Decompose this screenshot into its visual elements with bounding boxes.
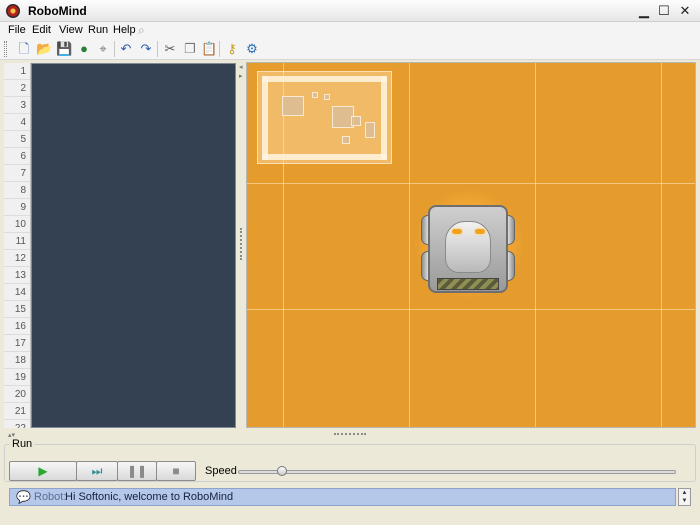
undo-icon[interactable]: ↶ (118, 41, 134, 57)
toolbar-separator (157, 41, 158, 57)
redo-icon[interactable]: ↷ (138, 41, 154, 57)
line-number: 13 (4, 267, 30, 284)
minimap-obstacle (324, 94, 330, 100)
minimap-wall (262, 76, 268, 160)
open-folder-icon[interactable]: 📂 (36, 41, 52, 57)
grid-line (247, 309, 695, 310)
menu-file[interactable]: File (8, 24, 26, 36)
menu-run[interactable]: Run (88, 24, 108, 36)
toolbar: 🗋 📂 💾 ● ⌖ ↶ ↷ ✂ ❐ 📋 ⚷ ⚙ (0, 38, 700, 60)
message-prefix: Robot: (34, 491, 67, 503)
line-number: 3 (4, 97, 30, 114)
menu-view[interactable]: View (59, 24, 83, 36)
save-icon[interactable]: 💾 (56, 41, 72, 57)
line-number: 10 (4, 216, 30, 233)
paste-icon[interactable]: 📋 (201, 41, 217, 57)
pause-button[interactable]: ❚❚ (117, 461, 157, 481)
line-number: 1 (4, 63, 30, 80)
line-number: 15 (4, 301, 30, 318)
line-number: 9 (4, 199, 30, 216)
line-number: 17 (4, 335, 30, 352)
stop-button[interactable]: ■ (156, 461, 196, 481)
search-icon[interactable]: ⌕ (138, 23, 145, 38)
speech-bubble-icon: 💬 (16, 490, 31, 504)
speed-slider[interactable] (238, 470, 676, 474)
copy-icon[interactable]: ❐ (182, 41, 198, 57)
step-icon: ⏭ (91, 464, 103, 478)
message-bar: 💬 Robot: Hi Softonic, welcome to RoboMin… (9, 488, 676, 506)
toolbar-separator (114, 41, 115, 57)
world-map[interactable] (246, 62, 696, 428)
line-number: 11 (4, 233, 30, 250)
line-number: 8 (4, 182, 30, 199)
horizontal-splitter-grip[interactable] (334, 433, 366, 435)
key-icon[interactable]: ⚷ (224, 41, 240, 57)
speed-slider-thumb[interactable] (276, 466, 287, 476)
pause-icon: ❚❚ (126, 464, 148, 478)
bottom-panel: ▴▾ Run ▶ ⏭ ❚❚ ■ Speed 💬 Robot: Hi Softon… (0, 430, 700, 525)
line-number: 22 (4, 420, 30, 428)
grid-line (535, 63, 536, 427)
minimap-obstacle (282, 96, 304, 116)
new-file-icon[interactable]: 🗋 (16, 41, 32, 57)
speed-label: Speed (205, 465, 237, 477)
minimap-obstacle (312, 92, 318, 98)
robot-eye (452, 229, 462, 234)
stop-icon: ■ (172, 464, 180, 478)
minimap-obstacle (342, 136, 350, 144)
line-number: 2 (4, 80, 30, 97)
collapse-right-icon[interactable]: ▸ (239, 72, 243, 80)
line-number: 21 (4, 403, 30, 420)
menu-edit[interactable]: Edit (32, 24, 51, 36)
line-number-gutter: 12345678910111213141516171819202122 (4, 63, 31, 428)
minimap-obstacle (351, 116, 361, 126)
grid-line (247, 183, 695, 184)
menu-help[interactable]: Help (113, 24, 136, 36)
minimap[interactable] (257, 71, 392, 164)
minimap-obstacle (365, 122, 375, 138)
minimap-wall (381, 76, 387, 160)
maximize-button[interactable]: ☐ (656, 3, 672, 19)
robomind-logo-icon (6, 4, 20, 18)
menu-bar: File Edit View Run Help ⌕ (0, 22, 700, 38)
line-number: 16 (4, 318, 30, 335)
robot-eye (475, 229, 485, 234)
line-number: 12 (4, 250, 30, 267)
collapse-left-icon[interactable]: ◂ (239, 63, 243, 71)
cut-icon[interactable]: ✂ (162, 41, 178, 57)
window-title: RoboMind (28, 4, 87, 18)
line-number: 4 (4, 114, 30, 131)
grid-line (661, 63, 662, 427)
line-number: 14 (4, 284, 30, 301)
minimap-wall (262, 76, 387, 82)
grid-line (409, 63, 410, 427)
title-bar: RoboMind ▁ ☐ ✕ (0, 0, 700, 22)
robot-script-icon[interactable]: ⚙ (244, 41, 260, 57)
close-button[interactable]: ✕ (677, 3, 693, 19)
world-icon[interactable]: ● (76, 41, 92, 57)
line-number: 7 (4, 165, 30, 182)
run-group-label: Run (10, 438, 35, 450)
line-number: 5 (4, 131, 30, 148)
minimize-button[interactable]: ▁ (636, 3, 652, 19)
minimap-wall (262, 154, 387, 160)
step-button[interactable]: ⏭ (76, 461, 118, 481)
line-number: 6 (4, 148, 30, 165)
line-number: 19 (4, 369, 30, 386)
toolbar-grip[interactable] (4, 41, 7, 57)
find-icon[interactable]: ⌖ (95, 41, 111, 57)
robot-base-plate (437, 278, 499, 290)
code-editor[interactable] (31, 63, 236, 428)
message-text: Hi Softonic, welcome to RoboMind (65, 491, 234, 503)
message-scroll-buttons[interactable]: ▲ ▼ (678, 488, 691, 506)
toolbar-separator (219, 41, 220, 57)
line-number: 18 (4, 352, 30, 369)
play-icon: ▶ (38, 464, 48, 478)
play-button[interactable]: ▶ (9, 461, 77, 481)
splitter-grip[interactable] (240, 228, 243, 260)
line-number: 20 (4, 386, 30, 403)
